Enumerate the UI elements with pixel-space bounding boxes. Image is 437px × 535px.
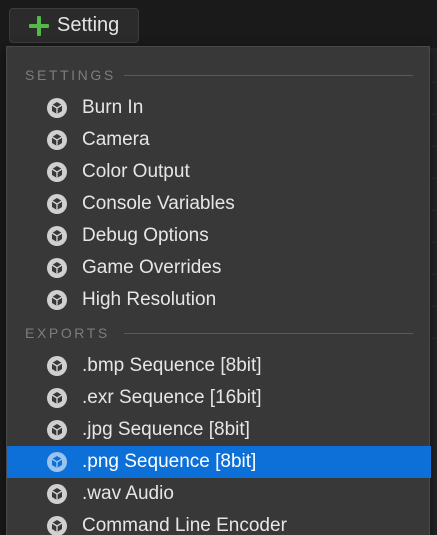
cube-icon bbox=[47, 226, 67, 246]
menu-item-debug-options[interactable]: Debug Options bbox=[7, 220, 431, 252]
cube-icon bbox=[47, 258, 67, 278]
menu-item-label: .wav Audio bbox=[82, 483, 174, 504]
menu-item-label: Command Line Encoder bbox=[82, 515, 287, 535]
menu-item-label: High Resolution bbox=[82, 289, 217, 310]
menu-item-jpg-sequence[interactable]: .jpg Sequence [8bit] bbox=[7, 414, 431, 446]
settings-dropdown-menu: SETTINGS Burn In Camera Color Output Con… bbox=[6, 46, 431, 535]
cube-icon bbox=[47, 194, 67, 214]
menu-item-command-line-encoder[interactable]: Command Line Encoder bbox=[7, 510, 431, 535]
section-header-exports: EXPORTS bbox=[7, 322, 431, 344]
menu-item-camera[interactable]: Camera bbox=[7, 124, 431, 156]
app-window: Setting SETTINGS Burn In Camera Color Ou… bbox=[0, 0, 437, 535]
section-title: EXPORTS bbox=[25, 325, 110, 341]
menu-item-label: .bmp Sequence [8bit] bbox=[82, 355, 262, 376]
menu-item-png-sequence[interactable]: .png Sequence [8bit] bbox=[7, 446, 431, 478]
cube-icon bbox=[47, 98, 67, 118]
cube-icon bbox=[47, 388, 67, 408]
cube-icon bbox=[47, 130, 67, 150]
cube-icon bbox=[47, 356, 67, 376]
menu-item-label: .png Sequence [8bit] bbox=[82, 451, 257, 472]
menu-item-label: Game Overrides bbox=[82, 257, 222, 278]
cube-icon bbox=[47, 290, 67, 310]
menu-item-label: Console Variables bbox=[82, 193, 235, 214]
menu-item-game-overrides[interactable]: Game Overrides bbox=[7, 252, 431, 284]
cube-icon bbox=[47, 452, 67, 472]
menu-item-label: Debug Options bbox=[82, 225, 209, 246]
section-divider bbox=[124, 333, 413, 334]
plus-icon bbox=[29, 15, 49, 36]
menu-item-label: Camera bbox=[82, 129, 150, 150]
menu-item-exr-sequence[interactable]: .exr Sequence [16bit] bbox=[7, 382, 431, 414]
section-title: SETTINGS bbox=[25, 67, 116, 83]
menu-item-label: .jpg Sequence [8bit] bbox=[82, 419, 250, 440]
menu-item-label: Burn In bbox=[82, 97, 144, 118]
add-setting-button-label: Setting bbox=[57, 14, 120, 36]
add-setting-button[interactable]: Setting bbox=[9, 8, 139, 43]
cube-icon bbox=[47, 516, 67, 535]
cube-icon bbox=[47, 484, 67, 504]
menu-item-label: Color Output bbox=[82, 161, 190, 182]
section-divider bbox=[124, 75, 413, 76]
menu-item-color-output[interactable]: Color Output bbox=[7, 156, 431, 188]
menu-item-high-resolution[interactable]: High Resolution bbox=[7, 284, 431, 316]
cube-icon bbox=[47, 420, 67, 440]
menu-item-label: .exr Sequence [16bit] bbox=[82, 387, 262, 408]
menu-item-burn-in[interactable]: Burn In bbox=[7, 92, 431, 124]
menu-item-wav-audio[interactable]: .wav Audio bbox=[7, 478, 431, 510]
menu-item-console-variables[interactable]: Console Variables bbox=[7, 188, 431, 220]
cube-icon bbox=[47, 162, 67, 182]
section-header-settings: SETTINGS bbox=[7, 64, 431, 86]
menu-item-bmp-sequence[interactable]: .bmp Sequence [8bit] bbox=[7, 350, 431, 382]
